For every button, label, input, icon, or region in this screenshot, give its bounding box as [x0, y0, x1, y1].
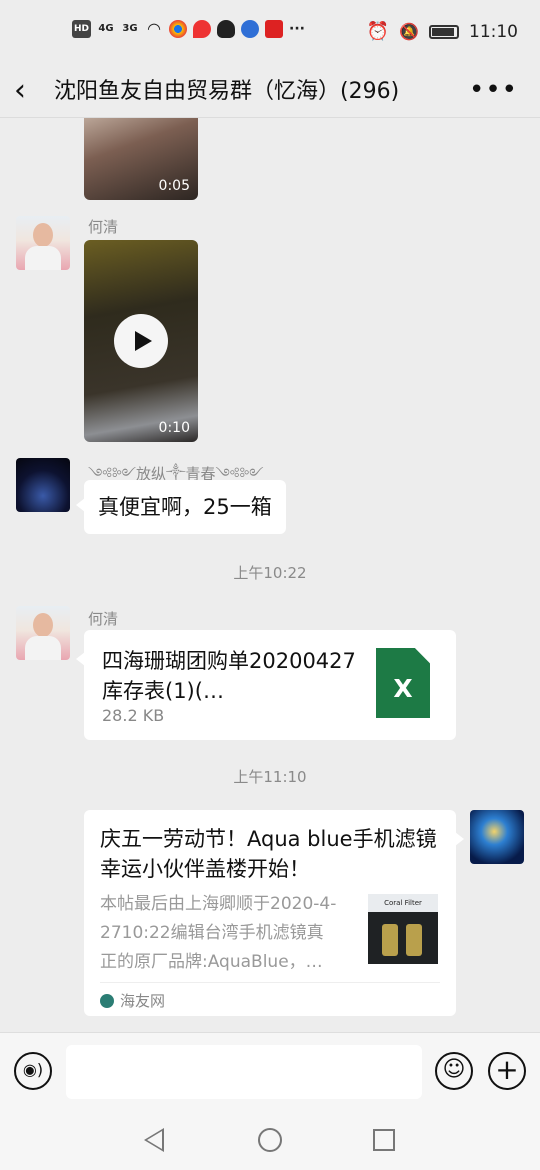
nav-back-icon[interactable] — [144, 1128, 164, 1152]
timestamp: 上午10:22 — [233, 564, 307, 582]
thumbnail-label: Coral Filter — [384, 899, 422, 907]
file-name: 四海珊瑚团购单20200427 库存表(1)(… — [102, 649, 356, 703]
nav-home-icon[interactable] — [258, 1128, 282, 1152]
link-source: 海友网 — [100, 990, 165, 1011]
file-size: 28.2 KB — [102, 706, 165, 725]
baidu-icon — [241, 20, 260, 38]
avatar[interactable] — [16, 606, 70, 660]
my-avatar[interactable] — [470, 810, 524, 864]
link-thumbnail: Coral Filter — [368, 894, 438, 964]
plus-icon[interactable]: + — [488, 1052, 526, 1090]
chat-title: 沈阳鱼友自由贸易群（忆海）(296) — [54, 79, 400, 104]
link-title: 庆五一劳动节！Aqua blue手机滤镜幸运小伙伴盖楼开始！ — [100, 827, 437, 881]
sender-name: 何清 — [88, 218, 119, 236]
source-logo-icon — [100, 993, 114, 1008]
system-nav-bar — [0, 1114, 540, 1170]
signal-3g-icon: 3G — [122, 23, 138, 34]
link-description: 本帖最后由上海卿顺于2020-4-2710:22编辑台湾手机滤镜真正的原厂品牌:… — [100, 894, 337, 972]
app-icon — [265, 20, 284, 38]
chat-header: ‹ 沈阳鱼友自由贸易群（忆海）(296) ••• — [0, 66, 540, 118]
overflow-icon: ··· — [289, 21, 305, 37]
file-message[interactable]: 四海珊瑚团购单20200427 库存表(1)(… 28.2 KB X — [76, 630, 456, 740]
timestamp: 上午11:10 — [233, 768, 307, 786]
link-card[interactable]: 庆五一劳动节！Aqua blue手机滤镜幸运小伙伴盖楼开始！ 本帖最后由上海卿顺… — [84, 810, 464, 1016]
message-list[interactable]: 0:05 何清 0:10 ༺༻放纵༒青春༺༻ 真便宜啊，25一箱 上午10:22… — [0, 118, 540, 1032]
excel-icon-letter: X — [393, 674, 413, 703]
status-time: 11:10 — [469, 21, 518, 42]
text-bubble[interactable]: 真便宜啊，25一箱 — [76, 480, 286, 534]
voice-icon[interactable]: ◉) — [14, 1052, 52, 1090]
message-input[interactable] — [66, 1045, 422, 1099]
more-icon[interactable]: ••• — [469, 72, 518, 108]
mute-icon: 🔕 — [399, 22, 419, 41]
signal-4g-icon: 4G — [98, 23, 114, 34]
alarm-icon: ⏰ — [366, 21, 390, 42]
video-duration: 0:05 — [158, 178, 190, 194]
status-left-icons: HD 4G 3G ◠ ··· — [72, 20, 305, 38]
filter-box-graphic — [406, 924, 422, 956]
emoji-icon[interactable]: ☺ — [435, 1052, 473, 1090]
avatar[interactable] — [16, 458, 70, 512]
status-right: ⏰ 🔕 11:10 — [367, 21, 518, 42]
wifi-icon: ◠ — [147, 19, 161, 38]
status-bar: HD 4G 3G ◠ ··· ⏰ 🔕 11:10 — [0, 0, 540, 66]
excel-file-icon: X — [376, 648, 430, 718]
nav-recents-icon[interactable] — [373, 1129, 395, 1151]
source-name: 海友网 — [120, 992, 166, 1010]
avatar[interactable] — [16, 216, 70, 270]
video-message[interactable]: 0:05 — [84, 118, 198, 200]
qq-icon — [217, 20, 236, 38]
input-bar: ◉) ☺ + — [0, 1032, 540, 1114]
video-duration: 0:10 — [158, 420, 190, 436]
play-icon[interactable] — [114, 314, 168, 368]
sender-name: 何清 — [88, 610, 119, 628]
chrome-icon — [169, 20, 188, 38]
divider — [100, 982, 440, 983]
maps-icon — [193, 20, 212, 38]
back-icon[interactable]: ‹ — [14, 74, 44, 110]
filter-box-graphic — [382, 924, 398, 956]
hd-icon: HD — [72, 20, 92, 38]
video-message[interactable]: 0:10 — [84, 240, 198, 442]
battery-icon — [429, 24, 459, 39]
